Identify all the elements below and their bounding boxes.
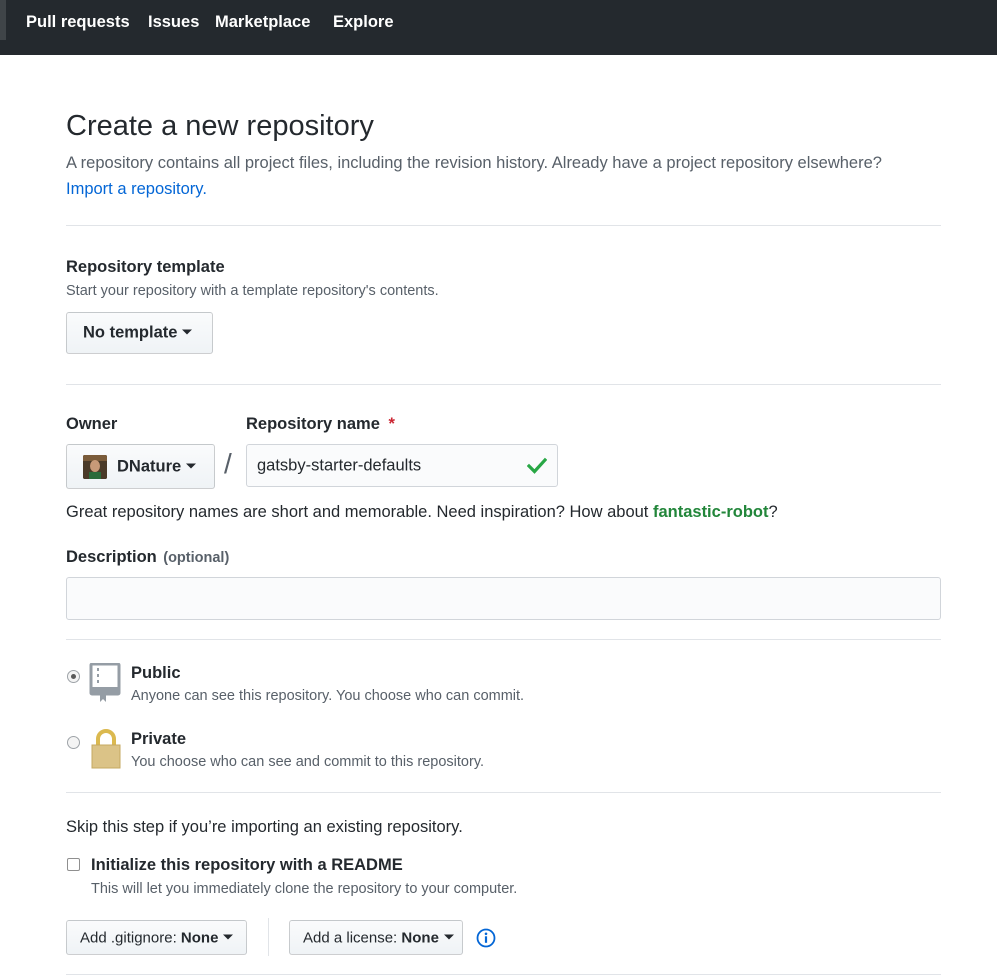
nav-explore[interactable]: Explore bbox=[333, 13, 394, 32]
repo-name-value: gatsby-starter-defaults bbox=[257, 456, 422, 474]
nav-pull-requests[interactable]: Pull requests bbox=[26, 13, 130, 32]
readme-label: Initialize this repository with a README bbox=[91, 856, 403, 874]
private-label: Private bbox=[131, 730, 187, 748]
optional-note: (optional) bbox=[163, 550, 230, 566]
license-select-button[interactable]: Add a license: None bbox=[289, 920, 463, 955]
nav-marketplace[interactable]: Marketplace bbox=[215, 13, 310, 32]
description-input[interactable] bbox=[66, 577, 941, 620]
skip-step-text: Skip this step if you’re importing an ex… bbox=[66, 818, 463, 836]
owner-repo-separator: / bbox=[224, 448, 232, 479]
divider bbox=[66, 639, 941, 640]
check-icon bbox=[527, 457, 547, 474]
page-title: Create a new repository bbox=[66, 110, 374, 142]
public-note: Anyone can see this repository. You choo… bbox=[131, 688, 525, 704]
page-description: A repository contains all project files,… bbox=[66, 154, 882, 172]
owner-name: DNature bbox=[117, 457, 182, 475]
public-label: Public bbox=[131, 664, 181, 682]
readme-note: This will let you immediately clone the … bbox=[91, 881, 518, 897]
template-select-button[interactable]: No template bbox=[66, 312, 213, 354]
divider bbox=[66, 384, 941, 385]
private-radio[interactable] bbox=[67, 736, 80, 749]
repo-name-label: Repository name * bbox=[246, 415, 395, 434]
template-note: Start your repository with a template re… bbox=[66, 283, 439, 299]
required-mark: * bbox=[388, 415, 395, 433]
owner-select-button[interactable]: DNature bbox=[66, 444, 215, 489]
info-icon[interactable] bbox=[476, 928, 496, 948]
gitignore-prefix: Add .gitignore: bbox=[80, 929, 181, 946]
caret-down-icon bbox=[223, 934, 234, 940]
nav-edge bbox=[0, 0, 6, 40]
repo-name-hint-suffix: ? bbox=[768, 503, 778, 521]
repo-icon bbox=[89, 663, 121, 702]
lock-icon bbox=[91, 729, 121, 769]
description-label: Description (optional) bbox=[66, 548, 229, 567]
template-label: Repository template bbox=[66, 258, 225, 276]
repo-name-label-text: Repository name bbox=[246, 415, 380, 433]
button-separator bbox=[268, 918, 269, 956]
caret-down-icon bbox=[182, 329, 193, 335]
template-select-label: No template bbox=[83, 323, 178, 342]
description-label-text: Description bbox=[66, 548, 157, 566]
repo-name-hint-text: Great repository names are short and mem… bbox=[66, 503, 653, 521]
private-note: You choose who can see and commit to thi… bbox=[131, 754, 485, 770]
divider bbox=[66, 792, 941, 793]
caret-down-icon bbox=[443, 934, 454, 940]
repo-name-input[interactable]: gatsby-starter-defaults bbox=[246, 444, 558, 487]
owner-label: Owner bbox=[66, 415, 118, 433]
repo-name-hint: Great repository names are short and mem… bbox=[66, 503, 778, 522]
divider bbox=[66, 974, 941, 975]
divider bbox=[66, 225, 941, 226]
radio-selected-dot bbox=[71, 674, 76, 679]
import-repository-link[interactable]: Import a repository. bbox=[66, 180, 207, 199]
top-nav-bar: Pull requests Issues Marketplace Explore bbox=[0, 0, 997, 55]
caret-down-icon bbox=[186, 463, 197, 469]
readme-checkbox[interactable] bbox=[67, 858, 80, 871]
nav-issues[interactable]: Issues bbox=[148, 13, 199, 32]
public-radio[interactable] bbox=[67, 670, 80, 683]
license-value: None bbox=[401, 929, 439, 946]
gitignore-value: None bbox=[180, 929, 219, 946]
avatar bbox=[83, 455, 107, 479]
license-prefix: Add a license: bbox=[303, 929, 402, 946]
name-suggestion-link[interactable]: fantastic-robot bbox=[653, 503, 769, 521]
gitignore-select-button[interactable]: Add .gitignore: None bbox=[66, 920, 247, 955]
